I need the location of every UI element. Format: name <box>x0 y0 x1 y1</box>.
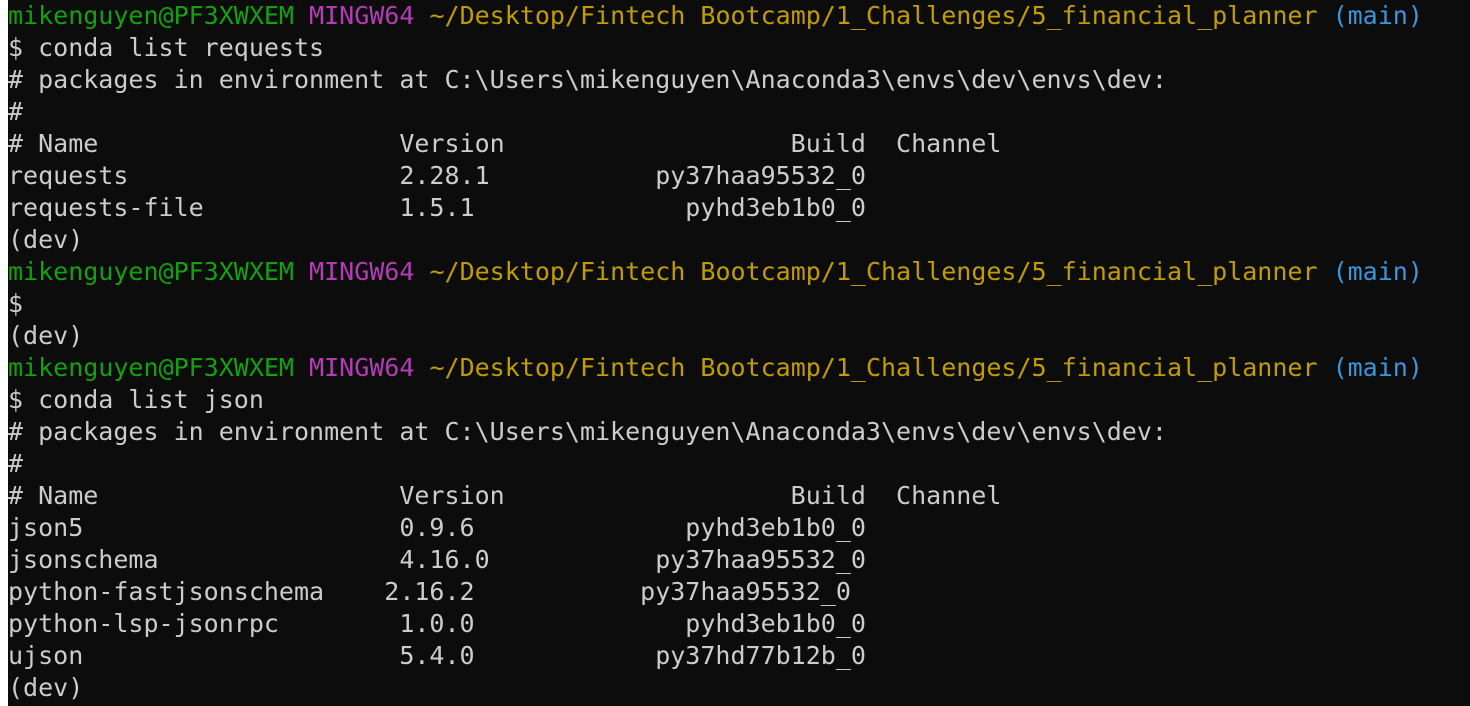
table-row: requests-file 1.5.1 pyhd3eb1b0_0 <box>8 193 866 222</box>
table-row: ujson 5.4.0 py37hd77b12b_0 <box>8 641 866 670</box>
comment-line: # <box>8 97 24 126</box>
table-row: python-fastjsonschema 2.16.2 py37haa9553… <box>8 577 851 606</box>
prompt-cwd: ~/Desktop/Fintech Bootcamp/1_Challenges/… <box>429 257 1318 286</box>
env-marker: (dev) <box>8 673 84 702</box>
prompt-line: mikenguyen@PF3XWXEM MINGW64 ~/Desktop/Fi… <box>8 256 1423 288</box>
env-path-line: # packages in environment at C:\Users\mi… <box>8 417 1167 446</box>
table-row: python-lsp-jsonrpc 1.0.0 pyhd3eb1b0_0 <box>8 609 866 638</box>
prompt-user-host: mikenguyen@PF3XWXEM <box>8 1 294 30</box>
prompt-shell: MINGW64 <box>309 353 415 382</box>
prompt-line: mikenguyen@PF3XWXEM MINGW64 ~/Desktop/Fi… <box>8 0 1423 32</box>
terminal-window[interactable]: mikenguyen@PF3XWXEM MINGW64 ~/Desktop/Fi… <box>8 0 1470 706</box>
command-line: $ conda list requests <box>8 33 325 62</box>
background-window-edge <box>0 0 8 706</box>
prompt-shell: MINGW64 <box>309 1 415 30</box>
prompt-branch: (main) <box>1332 257 1423 286</box>
prompt-cwd: ~/Desktop/Fintech Bootcamp/1_Challenges/… <box>429 353 1318 382</box>
command-line: $ conda list json <box>8 385 264 414</box>
prompt-shell: MINGW64 <box>309 257 415 286</box>
command-line: $ <box>8 289 24 318</box>
prompt-branch: (main) <box>1332 1 1423 30</box>
prompt-user-host: mikenguyen@PF3XWXEM <box>8 353 294 382</box>
prompt-cwd: ~/Desktop/Fintech Bootcamp/1_Challenges/… <box>429 1 1318 30</box>
env-marker: (dev) <box>8 321 84 350</box>
comment-line: # <box>8 449 24 478</box>
prompt-branch: (main) <box>1332 353 1423 382</box>
prompt-line: mikenguyen@PF3XWXEM MINGW64 ~/Desktop/Fi… <box>8 352 1423 384</box>
table-header: # Name Version Build Channel <box>8 481 1002 510</box>
table-header: # Name Version Build Channel <box>8 129 1002 158</box>
env-marker: (dev) <box>8 225 84 254</box>
prompt-user-host: mikenguyen@PF3XWXEM <box>8 257 294 286</box>
table-row: requests 2.28.1 py37haa95532_0 <box>8 161 866 190</box>
table-row: jsonschema 4.16.0 py37haa95532_0 <box>8 545 866 574</box>
table-row: json5 0.9.6 pyhd3eb1b0_0 <box>8 513 866 542</box>
env-path-line: # packages in environment at C:\Users\mi… <box>8 65 1167 94</box>
